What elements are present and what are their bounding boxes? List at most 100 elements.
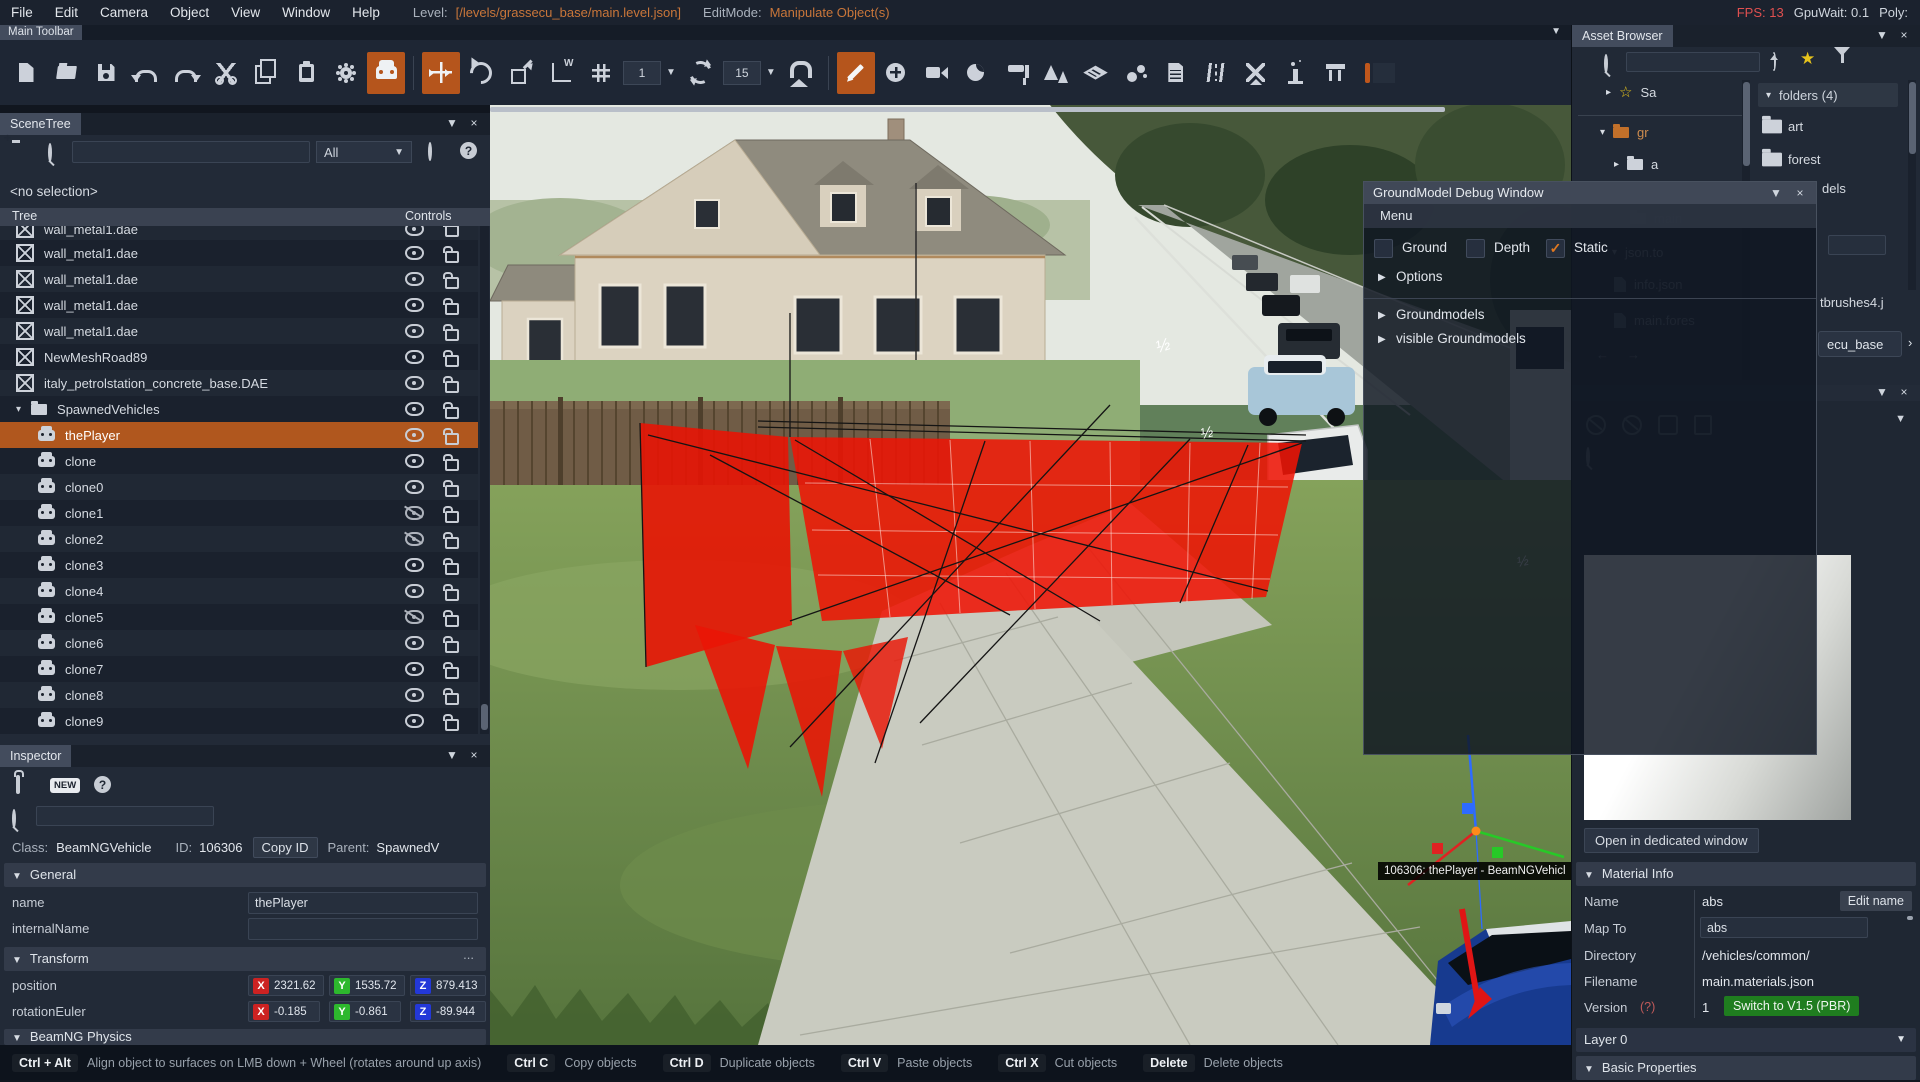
tree-row[interactable]: NewMeshRoad89 — [0, 344, 478, 370]
terrain-snap-button[interactable] — [782, 52, 820, 94]
visibility-toggle[interactable] — [402, 272, 426, 286]
level-path[interactable]: [/levels/grassecu_base/main.level.json] — [456, 5, 681, 20]
pipe-tool-button[interactable] — [1277, 52, 1315, 94]
tree-row[interactable]: clone5 — [0, 604, 478, 630]
visibility-toggle[interactable] — [402, 428, 426, 442]
mission-tools-button[interactable] — [1237, 52, 1275, 94]
paste-button[interactable] — [287, 52, 325, 94]
assettree-art-folder[interactable]: ▸ a — [1614, 157, 1658, 172]
snap-size-caret-icon[interactable]: ▼ — [666, 67, 676, 78]
menu-window[interactable]: Window — [271, 5, 341, 20]
lock-toggle[interactable] — [440, 322, 464, 341]
position-x-field[interactable]: X 2321.62 — [248, 975, 324, 996]
toolbar-collapse-icon[interactable]: ▼ — [1551, 26, 1561, 37]
save-button[interactable] — [87, 52, 125, 94]
menu-camera[interactable]: Camera — [89, 5, 159, 20]
material-info-header[interactable]: ▼Material Info — [1576, 862, 1916, 886]
lock-toggle[interactable] — [440, 582, 464, 601]
position-y-field[interactable]: Y 1535.72 — [329, 975, 405, 996]
tree-row[interactable]: clone1 — [0, 500, 478, 526]
lock-toggle[interactable] — [440, 530, 464, 549]
gizmo-handle-x[interactable] — [1432, 843, 1443, 854]
lock-toggle[interactable] — [440, 426, 464, 445]
scenetree-help-button[interactable] — [460, 142, 477, 159]
tree-row[interactable]: wall_metal1.dae — [0, 226, 478, 240]
forest-tool-button[interactable] — [1037, 52, 1075, 94]
breadcrumb-next-icon[interactable]: › — [1908, 335, 1912, 350]
partially-hidden-file[interactable]: tbrushes4.j — [1820, 295, 1884, 310]
depth-checkbox-label[interactable]: Depth — [1494, 240, 1530, 255]
physics-section-header[interactable]: ▼BeamNG Physics — [4, 1029, 486, 1045]
tree-row[interactable]: clone — [0, 448, 478, 474]
rotation-y-field[interactable]: Y -0.861 — [329, 1001, 401, 1022]
open-level-button[interactable] — [47, 52, 85, 94]
inspector-tab[interactable]: Inspector — [0, 745, 71, 767]
lock-toggle[interactable] — [440, 374, 464, 393]
groundmodel-collapse-icon[interactable]: ▼ — [1768, 182, 1784, 204]
copy-button[interactable] — [247, 52, 285, 94]
camera-path-button[interactable] — [917, 52, 955, 94]
material-row-caret-icon[interactable]: ▼ — [1895, 413, 1906, 425]
lock-toggle[interactable] — [440, 400, 464, 419]
tree-row[interactable]: clone8 — [0, 682, 478, 708]
lock-toggle[interactable] — [440, 504, 464, 523]
lock-toggle[interactable] — [440, 660, 464, 679]
menu-edit[interactable]: Edit — [44, 5, 89, 20]
menu-object[interactable]: Object — [159, 5, 220, 20]
basic-properties-header[interactable]: ▼Basic Properties — [1576, 1056, 1916, 1080]
visibility-toggle[interactable] — [402, 324, 426, 338]
menu-view[interactable]: View — [220, 5, 271, 20]
inspector-close-icon[interactable]: × — [466, 748, 482, 762]
scenetree-close-icon[interactable]: × — [466, 116, 482, 130]
options-expander[interactable]: Options — [1396, 269, 1443, 284]
viewport-scrollbar[interactable] — [490, 107, 1445, 112]
name-field-input[interactable] — [248, 892, 478, 914]
asset-browser-collapse-icon[interactable]: ▼ — [1874, 28, 1890, 42]
version-hint[interactable]: (?) — [1640, 1000, 1655, 1014]
material-collapse-icon[interactable]: ▼ — [1874, 385, 1890, 399]
filter-button[interactable] — [1834, 56, 1850, 71]
visibility-toggle[interactable] — [402, 662, 426, 676]
ground-checkbox[interactable] — [1374, 239, 1393, 258]
assetlist-scrollbar[interactable] — [1908, 80, 1916, 290]
lock-toggle[interactable] — [440, 296, 464, 315]
visibility-toggle[interactable] — [402, 246, 426, 260]
vehicle-tool-button[interactable] — [367, 52, 405, 94]
rotate-snap-select[interactable]: 15 — [723, 61, 761, 85]
tree-row[interactable]: italy_petrolstation_concrete_base.DAE — [0, 370, 478, 396]
lock-toggle[interactable] — [440, 478, 464, 497]
lock-toggle[interactable] — [440, 348, 464, 367]
draw-tool-button[interactable] — [837, 52, 875, 94]
inspector-collapse-icon[interactable]: ▼ — [444, 748, 460, 762]
redo-button[interactable] — [167, 52, 205, 94]
visibility-toggle[interactable] — [402, 506, 426, 520]
tree-row[interactable]: clone3 — [0, 552, 478, 578]
lock-toggle[interactable] — [440, 634, 464, 653]
partially-hidden-item[interactable]: dels — [1822, 181, 1846, 196]
lock-toggle[interactable] — [440, 452, 464, 471]
tree-row[interactable]: wall_metal1.dae — [0, 292, 478, 318]
scrollbar-thumb[interactable] — [1743, 82, 1750, 166]
asset-search-input[interactable] — [1626, 52, 1760, 72]
visibility-toggle[interactable] — [402, 350, 426, 364]
visibility-toggle[interactable] — [402, 584, 426, 598]
move-tool-button[interactable] — [422, 52, 460, 94]
lock-toggle[interactable] — [440, 229, 464, 237]
menu-file[interactable]: File — [0, 5, 44, 20]
tree-row-selected[interactable]: thePlayer — [0, 422, 478, 448]
tree-row[interactable]: clone6 — [0, 630, 478, 656]
tree-row[interactable]: wall_metal1.dae — [0, 240, 478, 266]
tree-row-folder[interactable]: ▾ SpawnedVehicles — [0, 396, 478, 422]
inspector-search-input[interactable] — [36, 806, 214, 826]
visibility-toggle[interactable] — [402, 636, 426, 650]
main-toolbar-tab[interactable]: Main Toolbar — [0, 25, 82, 40]
asset-browser-close-icon[interactable]: × — [1896, 28, 1912, 42]
static-checkbox[interactable] — [1546, 239, 1565, 258]
lock-toggle[interactable] — [440, 608, 464, 627]
material-close-icon[interactable]: × — [1896, 385, 1912, 399]
switch-pbr-button[interactable]: Switch to V1.5 (PBR) — [1724, 996, 1859, 1016]
lock-toggle[interactable] — [440, 270, 464, 289]
position-z-field[interactable]: Z 879.413 — [410, 975, 486, 996]
open-dedicated-window-button[interactable]: Open in dedicated window — [1584, 828, 1759, 853]
ground-checkbox-label[interactable]: Ground — [1402, 240, 1447, 255]
